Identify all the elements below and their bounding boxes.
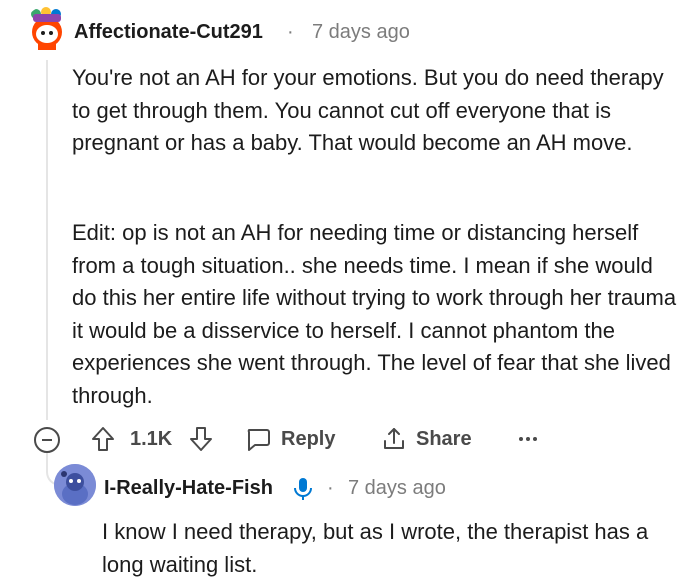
user-avatar[interactable]: [24, 6, 70, 52]
voice-badge: [292, 476, 314, 502]
ellipsis-icon: [519, 437, 537, 441]
meta-separator: ·: [287, 21, 294, 43]
downvote-arrow-icon: [190, 427, 212, 451]
reply-timestamp[interactable]: 7 days ago: [348, 477, 446, 500]
snoo-avatar-icon: [54, 464, 96, 506]
upvote-button[interactable]: [90, 424, 116, 454]
thread-line: [46, 60, 48, 420]
reply-text: I know I need therapy, but as I wrote, t…: [102, 519, 649, 577]
more-options-button[interactable]: [515, 424, 541, 454]
comment-paragraph-1: You're not an AH for your emotions. But …: [72, 65, 664, 155]
comment-paragraph-2: Edit: op is not an AH for needing time o…: [72, 220, 677, 408]
share-button[interactable]: [380, 424, 408, 454]
microphone-icon: [294, 478, 312, 500]
vote-score: 1.1K: [130, 427, 173, 450]
meta-separator: ·: [327, 477, 334, 499]
reply-label[interactable]: Reply: [281, 424, 335, 454]
share-icon: [384, 428, 404, 449]
share-label[interactable]: Share: [416, 424, 472, 454]
collapse-icon[interactable]: [34, 427, 60, 453]
reply-author[interactable]: I-Really-Hate-Fish: [104, 477, 273, 500]
snoo-avatar-icon: [31, 7, 62, 50]
upvote-arrow-icon: [92, 427, 114, 451]
speech-bubble-icon: [247, 429, 270, 451]
reply-button[interactable]: [244, 424, 272, 454]
comment-author[interactable]: Affectionate-Cut291: [74, 21, 263, 44]
reply-user-avatar[interactable]: [54, 464, 96, 506]
downvote-button[interactable]: [188, 424, 214, 454]
comment-timestamp[interactable]: 7 days ago: [312, 21, 410, 44]
comment-action-bar: 1.1K Reply Share: [0, 424, 700, 456]
